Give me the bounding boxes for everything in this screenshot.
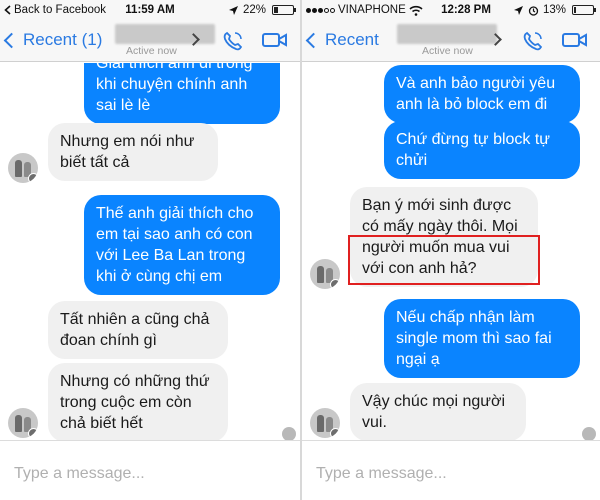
message-list[interactable]: Và anh bảo người yêu anh là bỏ block em … <box>302 63 600 440</box>
right-chat-screen: VINAPHONE 12:28 PM 13% Recent Active now… <box>302 0 600 500</box>
contact-avatar[interactable] <box>310 259 340 289</box>
message-input[interactable]: Type a message... <box>316 465 447 483</box>
phone-icon[interactable] <box>522 31 544 51</box>
message-incoming[interactable]: Nhưng có những thứ trong cuộc em còn chả… <box>48 363 228 440</box>
back-label: Recent <box>325 30 379 49</box>
message-outgoing[interactable]: Nếu chấp nhận làm single mom thì sao fai… <box>384 299 580 378</box>
back-label: Recent (1) <box>23 30 103 49</box>
phone-icon[interactable] <box>222 31 244 51</box>
message-composer[interactable]: Type a message... <box>302 440 600 500</box>
messenger-badge-icon <box>330 428 340 438</box>
status-bar: VINAPHONE 12:28 PM 13% <box>302 0 600 20</box>
messenger-badge-icon <box>330 279 340 289</box>
conversation-header: Recent (1) Active now <box>0 20 300 62</box>
battery-percent: 22% <box>242 4 266 16</box>
message-composer[interactable]: Type a message... <box>0 440 300 500</box>
signal-dots-icon <box>306 7 335 13</box>
conversation-header: Recent Active now <box>302 20 600 62</box>
message-outgoing[interactable]: Thế anh giải thích cho em tại sao anh có… <box>84 195 280 295</box>
video-camera-icon[interactable] <box>562 32 588 48</box>
back-button[interactable]: Recent (1) <box>3 30 103 50</box>
message-input[interactable]: Type a message... <box>14 465 145 483</box>
location-arrow-icon <box>228 5 238 15</box>
status-bar: Back to Facebook 11:59 AM 22% <box>0 0 300 20</box>
battery-percent: 13% <box>542 4 566 16</box>
contact-name-redacted <box>397 24 497 44</box>
contact-avatar[interactable] <box>310 408 340 438</box>
message-outgoing[interactable]: Và anh bảo người yêu anh là bỏ block em … <box>384 65 580 123</box>
chevron-right-icon[interactable] <box>188 31 202 49</box>
active-status: Active now <box>126 45 177 57</box>
battery-icon <box>272 5 296 15</box>
seen-indicator-avatar <box>282 427 296 440</box>
message-outgoing[interactable]: Giải thích anh đi trong khi chuyện chính… <box>84 63 280 124</box>
back-chevron-icon <box>305 32 322 48</box>
active-status: Active now <box>422 45 473 57</box>
message-list[interactable]: Giải thích anh đi trong khi chuyện chính… <box>0 63 300 440</box>
seen-indicator-avatar <box>582 427 596 440</box>
location-arrow-icon <box>513 5 523 15</box>
message-outgoing[interactable]: Chứ đừng tự block tự chửi <box>384 121 580 179</box>
alarm-icon <box>528 5 539 16</box>
back-chevron-icon <box>3 32 20 48</box>
left-chat-screen: Back to Facebook 11:59 AM 22% Recent (1)… <box>0 0 300 500</box>
chevron-right-icon[interactable] <box>490 31 504 49</box>
video-camera-icon[interactable] <box>262 32 288 48</box>
message-incoming[interactable]: Vậy chúc mọi người vui. <box>350 383 526 440</box>
messenger-badge-icon <box>28 428 38 438</box>
message-incoming[interactable]: Nhưng em nói như biết tất cả <box>48 123 218 181</box>
red-highlight-box <box>348 235 540 285</box>
message-incoming[interactable]: Tất nhiên a cũng chả đoan chính gì <box>48 301 228 359</box>
contact-avatar[interactable] <box>8 153 38 183</box>
battery-icon <box>572 5 596 15</box>
messenger-badge-icon <box>28 173 38 183</box>
back-button[interactable]: Recent <box>305 30 379 50</box>
contact-avatar[interactable] <box>8 408 38 438</box>
